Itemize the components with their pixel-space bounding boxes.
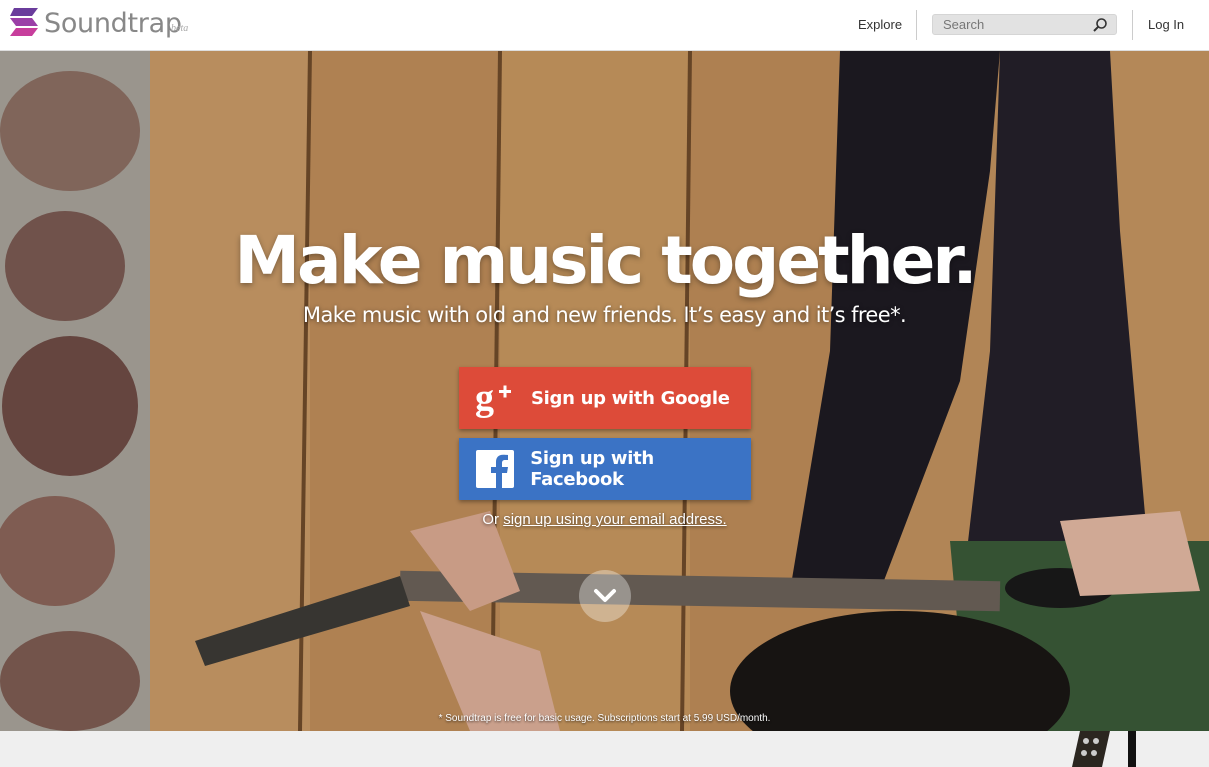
chevron-down-icon <box>594 589 616 602</box>
signup-google-button[interactable]: g Sign up with Google <box>459 367 751 429</box>
soundtrap-logo-icon <box>10 8 38 36</box>
svg-text:g: g <box>475 377 494 419</box>
soundtrap-logo[interactable]: Soundtrap <box>10 8 182 40</box>
email-signup-prefix: Or <box>482 511 504 528</box>
signup-facebook-label: Sign up with Facebook <box>530 448 654 490</box>
logo-wordmark: Soundtrap <box>44 8 182 39</box>
beta-badge: beta <box>171 23 189 34</box>
top-navigation-bar: Soundtrap beta Explore Log In <box>0 0 1209 51</box>
hero-title: Make music together. <box>234 222 977 299</box>
hero-subtitle: Make music with old and new friends. It’… <box>302 303 907 327</box>
google-plus-icon: g <box>459 367 531 429</box>
nav-explore-link[interactable]: Explore <box>858 17 902 32</box>
nav-divider <box>916 10 917 40</box>
nav-divider <box>1132 10 1133 40</box>
facebook-icon <box>459 438 530 500</box>
search-input[interactable] <box>933 15 1083 34</box>
signup-google-label: Sign up with Google <box>531 387 730 409</box>
guitar-headstock-image <box>1072 731 1136 767</box>
search-box <box>932 14 1117 35</box>
login-link[interactable]: Log In <box>1148 17 1184 32</box>
search-icon[interactable] <box>1092 17 1108 33</box>
signup-facebook-button[interactable]: Sign up with Facebook <box>459 438 751 500</box>
pricing-footnote: * Soundtrap is free for basic usage. Sub… <box>438 713 771 724</box>
email-signup-link[interactable]: sign up using your email address. <box>503 511 726 528</box>
next-section-peek <box>0 731 1209 767</box>
email-signup-line: Or sign up using your email address. <box>0 511 1209 528</box>
scroll-down-button[interactable] <box>579 570 631 622</box>
hero-section: Make music together. Make music with old… <box>0 51 1209 731</box>
